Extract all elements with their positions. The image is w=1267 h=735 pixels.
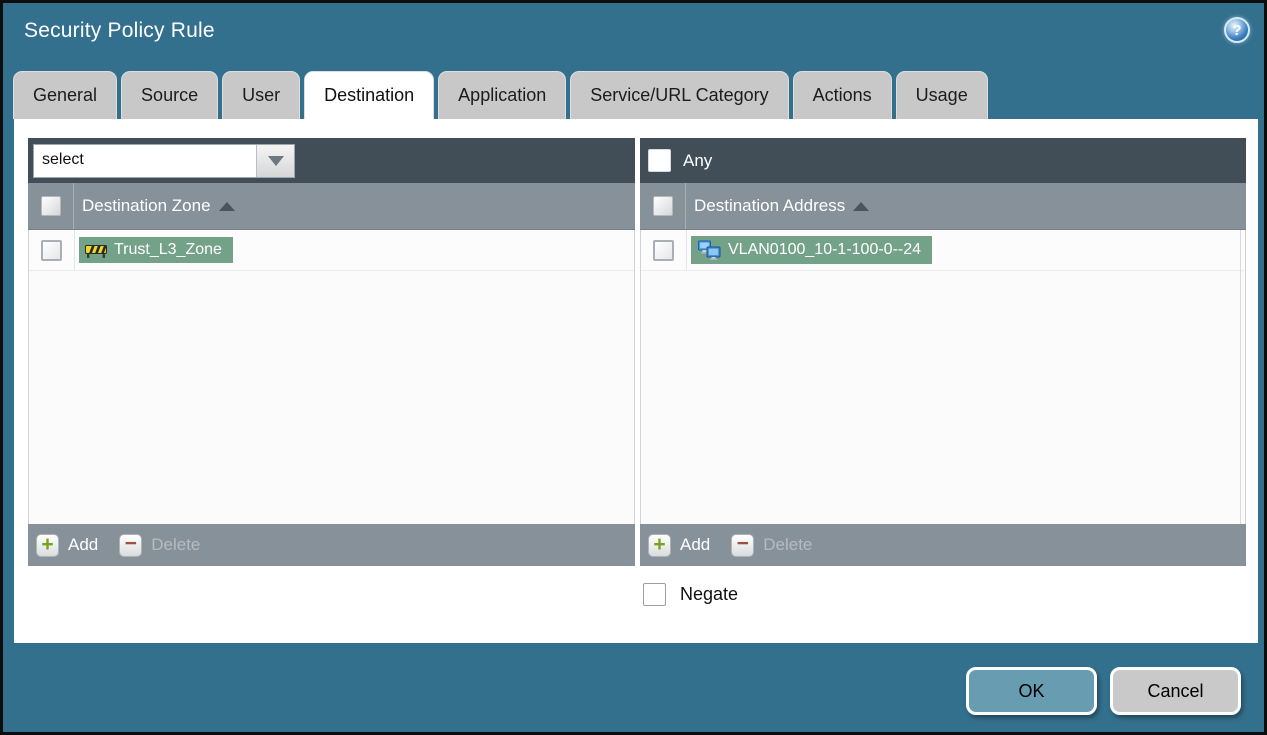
any-label[interactable]: Any [683,151,712,171]
zone-delete-label[interactable]: Delete [151,535,200,555]
negate-label[interactable]: Negate [680,584,738,605]
any-checkbox[interactable] [648,149,671,172]
zone-column-header: Destination Zone [28,183,635,230]
zone-icon [85,244,107,258]
zone-add-button[interactable]: + [36,532,59,557]
address-delete-button[interactable]: − [731,532,755,557]
zone-column-label[interactable]: Destination Zone [82,196,235,216]
tab-destination[interactable]: Destination [304,71,435,119]
zone-panel-footer: + Add − Delete [28,524,635,566]
help-icon[interactable]: ? [1224,17,1250,43]
zone-row-checkbox[interactable] [41,239,62,261]
address-select-all-cell [640,183,686,229]
network-icon [698,240,721,260]
address-row-checkbox[interactable] [653,239,674,261]
tab-service-url-category[interactable]: Service/URL Category [570,71,789,119]
tab-actions[interactable]: Actions [792,71,892,119]
tab-general[interactable]: General [13,71,118,119]
security-policy-rule-dialog: Security Policy Rule ? General Source Us… [0,0,1267,735]
zone-panel-toolbar: select [28,138,635,183]
plus-icon: + [653,532,666,556]
zone-type-dropdown[interactable]: select [33,143,295,178]
zone-select-all-checkbox[interactable] [40,196,61,216]
address-column-label[interactable]: Destination Address [694,196,870,216]
destination-zone-panel: select Destination Zone Trust_L3_Zone + … [28,138,635,566]
address-panel-footer: + Add − Delete [640,524,1246,566]
cancel-button[interactable]: Cancel [1110,667,1241,715]
zone-delete-button[interactable]: − [119,532,143,557]
address-list: VLAN0100_10-1-100-0--24 [640,230,1246,524]
address-column-header: Destination Address [640,183,1246,230]
zone-add-label[interactable]: Add [68,535,98,555]
address-column-text: Destination Address [694,196,846,215]
negate-checkbox[interactable] [643,583,666,606]
sort-ascending-icon [218,201,235,211]
zone-type-dropdown-button[interactable] [256,144,294,177]
help-glyph: ? [1232,21,1242,39]
tab-application[interactable]: Application [438,71,567,119]
tab-usage[interactable]: Usage [895,71,988,119]
plus-icon: + [41,532,54,556]
ok-button[interactable]: OK [966,667,1097,715]
address-any-row: Any [640,138,1246,183]
address-delete-group: − Delete [731,532,812,557]
address-tag-label: VLAN0100_10-1-100-0--24 [728,241,922,258]
tab-content-destination: select Destination Zone Trust_L3_Zone + … [14,119,1258,643]
zone-column-text: Destination Zone [82,196,211,215]
zone-tag[interactable]: Trust_L3_Zone [79,237,233,263]
scrollbar[interactable] [1240,230,1241,524]
zone-select-all-cell [28,183,74,229]
tab-bar: General Source User Destination Applicat… [13,71,988,119]
destination-address-panel: Any Destination Address VLAN0100_10-1-10… [640,138,1246,566]
zone-row[interactable]: Trust_L3_Zone [29,230,634,271]
address-row[interactable]: VLAN0100_10-1-100-0--24 [641,230,1245,271]
tab-source[interactable]: Source [121,71,219,119]
zone-row-checkbox-cell [29,230,75,270]
dialog-title: Security Policy Rule [24,19,215,42]
chevron-down-icon [267,155,284,166]
zone-delete-group: − Delete [119,532,200,557]
zone-type-dropdown-value[interactable]: select [34,144,256,177]
minus-icon: − [124,532,137,555]
address-delete-label[interactable]: Delete [763,535,812,555]
tab-user[interactable]: User [222,71,301,119]
address-add-button[interactable]: + [648,532,671,557]
zone-tag-label: Trust_L3_Zone [114,241,222,258]
negate-row: Negate [643,583,738,606]
address-add-label[interactable]: Add [680,535,710,555]
zone-list: Trust_L3_Zone [28,230,635,524]
sort-ascending-icon [853,201,870,211]
address-row-checkbox-cell [641,230,687,270]
minus-icon: − [736,532,749,555]
address-select-all-checkbox[interactable] [652,196,673,216]
address-tag[interactable]: VLAN0100_10-1-100-0--24 [691,236,933,264]
